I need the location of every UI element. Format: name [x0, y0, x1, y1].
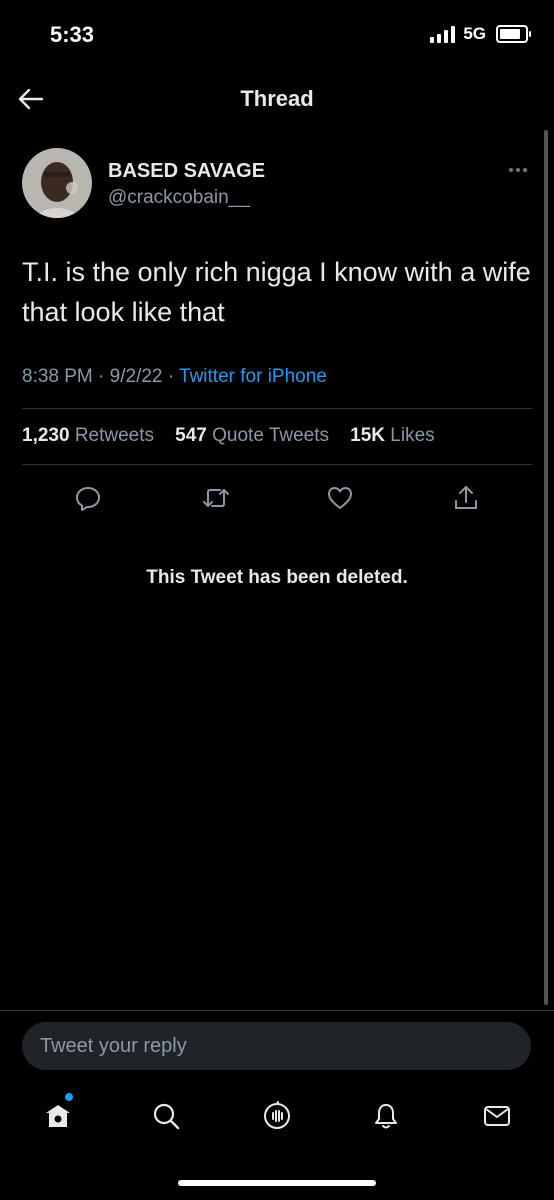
- tab-messages[interactable]: [472, 1088, 522, 1144]
- tweet-date[interactable]: 9/2/22: [110, 366, 163, 387]
- like-button[interactable]: [320, 478, 360, 518]
- more-dot-icon: [509, 168, 513, 172]
- divider: [22, 464, 532, 465]
- reply-button[interactable]: [68, 478, 108, 518]
- deleted-tweet-notice: This Tweet has been deleted.: [146, 567, 408, 588]
- separator: ·: [98, 366, 110, 387]
- avatar-image: [22, 148, 92, 218]
- page-title: Thread: [240, 86, 314, 111]
- tab-spaces[interactable]: [252, 1088, 302, 1144]
- author-handle[interactable]: @crackcobain__: [108, 187, 250, 209]
- retweets-stat[interactable]: 1,230 Retweets: [22, 425, 154, 446]
- notifications-icon: [375, 1104, 397, 1129]
- reply-input[interactable]: [22, 1022, 531, 1070]
- tab-search[interactable]: [141, 1088, 191, 1144]
- tweet-actions: [0, 478, 554, 518]
- avatar[interactable]: [22, 148, 92, 218]
- like-icon: [328, 487, 352, 509]
- notification-dot: [65, 1093, 73, 1101]
- tweet-text: T.I. is the only rich nigga I know with …: [22, 257, 531, 327]
- likes-stat[interactable]: 15K Likes: [350, 425, 435, 446]
- home-indicator[interactable]: [178, 1180, 376, 1186]
- share-button[interactable]: [446, 478, 486, 518]
- reply-icon: [76, 487, 100, 511]
- quotes-stat[interactable]: 547 Quote Tweets: [175, 425, 329, 446]
- home-icon: [46, 1105, 70, 1127]
- thread-header: Thread: [0, 70, 554, 130]
- network-type: 5G: [463, 24, 486, 43]
- retweet-button[interactable]: [196, 478, 236, 518]
- search-icon: [153, 1103, 180, 1130]
- signal-icon: [430, 25, 456, 43]
- battery-icon: [496, 25, 531, 43]
- retweets-label: Retweets: [74, 425, 155, 446]
- tab-notifications[interactable]: [361, 1088, 411, 1144]
- bottom-tab-bar: [0, 1088, 554, 1148]
- likes-count: 15K: [350, 425, 386, 446]
- status-indicators: 5G: [430, 24, 531, 44]
- likes-label: Likes: [390, 425, 435, 446]
- retweet-icon: [203, 489, 229, 507]
- more-dot-icon: [516, 168, 520, 172]
- status-time: 5:33: [50, 22, 95, 47]
- author-name[interactable]: BASED SAVAGE: [108, 160, 265, 183]
- tweet-stats: 1,230 Retweets 547 Quote Tweets 15K Like…: [22, 425, 435, 447]
- messages-icon: [484, 1106, 510, 1126]
- divider: [0, 1010, 554, 1011]
- divider: [22, 408, 532, 409]
- battery-level: [500, 29, 521, 39]
- more-dot-icon: [523, 168, 527, 172]
- spaces-icon: [264, 1101, 290, 1129]
- tweet-source-link[interactable]: Twitter for iPhone: [179, 366, 327, 387]
- quotes-count: 547: [175, 425, 207, 446]
- more-options-button[interactable]: [506, 160, 530, 180]
- tweet-meta: 8:38 PM · 9/2/22 · Twitter for iPhone: [22, 366, 327, 388]
- tweet-time[interactable]: 8:38 PM: [22, 366, 93, 387]
- separator: ·: [167, 366, 180, 387]
- tab-home[interactable]: [33, 1088, 83, 1144]
- retweets-count: 1,230: [22, 425, 70, 446]
- quotes-label: Quote Tweets: [212, 425, 330, 446]
- status-bar: 5:33 5G: [0, 0, 554, 70]
- share-icon: [455, 486, 477, 509]
